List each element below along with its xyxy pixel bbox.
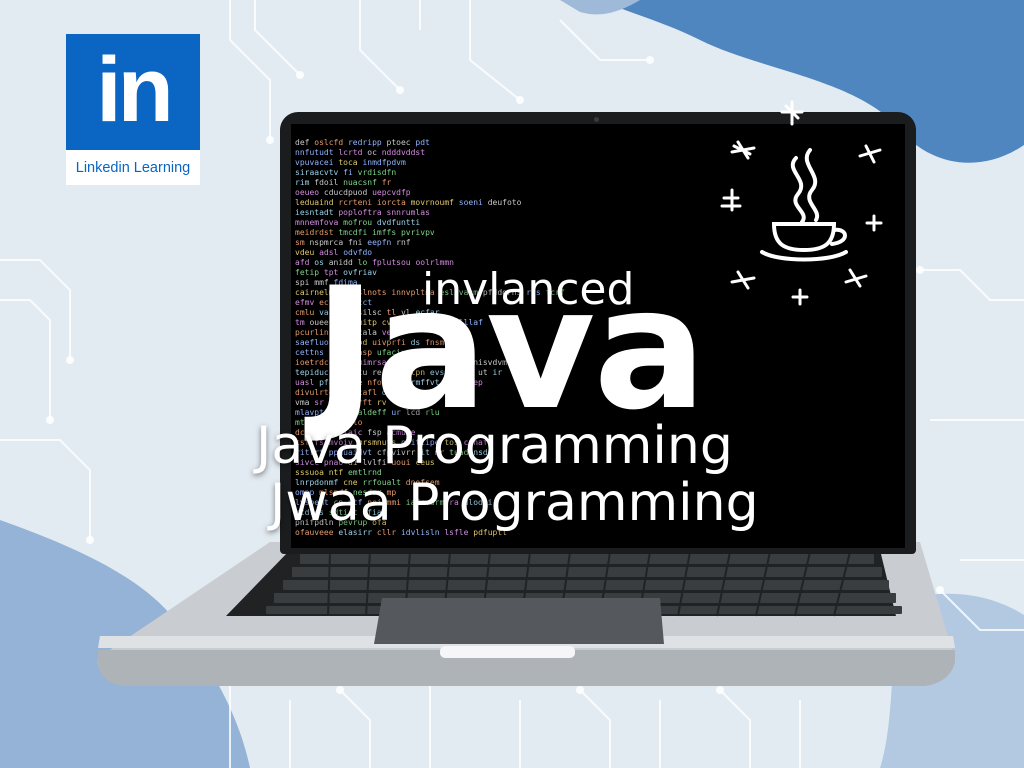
- code-token: iesntadt: [295, 208, 339, 217]
- linkedin-learning-logo: in Linkedin Learning: [66, 34, 200, 185]
- code-token: siraacvtv: [295, 168, 344, 177]
- code-token: oslcfd: [314, 138, 348, 147]
- code-token: leduaind: [295, 198, 339, 207]
- code-token: meidrdst: [295, 228, 339, 237]
- code-token: nuacsnf: [343, 178, 382, 187]
- code-token: pdt: [415, 138, 430, 147]
- code-line: iesntadt poploftra snnrumlas: [295, 208, 430, 218]
- sparkle-icon: [720, 188, 742, 212]
- code-token: nnfutudt: [295, 148, 339, 157]
- code-token: afd: [295, 258, 315, 267]
- code-token: fr: [381, 178, 392, 187]
- logo-mark: in: [96, 39, 174, 141]
- headline-java-programming: Java Programming: [256, 416, 733, 476]
- code-token: mofrou: [343, 218, 377, 227]
- code-token: dvdfuntti: [376, 218, 421, 227]
- code-token: rnf: [396, 238, 411, 247]
- code-token: fni: [347, 238, 368, 247]
- code-token: mnnemfova: [295, 218, 344, 227]
- code-token: uepcvdfp: [372, 188, 411, 197]
- headline-invlanced: invlanced: [422, 264, 635, 315]
- code-token: ptoec: [386, 138, 416, 147]
- linkedin-icon: in: [66, 34, 200, 150]
- sparkle-icon: [730, 270, 756, 290]
- code-token: spi: [295, 278, 315, 287]
- code-token: redripp: [347, 138, 387, 147]
- code-token: inmdfpdvm: [362, 158, 406, 167]
- code-token: cducdpuod: [323, 188, 373, 197]
- code-token: nspmrca: [309, 238, 348, 247]
- sparkle-icon: [858, 144, 882, 164]
- code-line: def oslcfd redripp ptoec pdt: [295, 138, 430, 148]
- code-token: movrnoumf: [410, 198, 459, 207]
- code-token: fdoil: [314, 178, 344, 187]
- code-token: oeueo: [295, 188, 324, 197]
- code-line: vpuvacei toca inmdfpdvm: [295, 158, 406, 168]
- code-line: rim fdoil nuacsnf fr: [295, 178, 391, 188]
- code-token: eepfn: [367, 238, 397, 247]
- code-token: tmcdfi: [338, 228, 373, 237]
- code-line: mnnemfova mofrou dvdfuntti: [295, 218, 420, 228]
- code-token: sm: [295, 238, 310, 247]
- code-token: snnrumlas: [386, 208, 430, 217]
- code-token: soeni: [458, 198, 488, 207]
- sparkle-icons: [720, 100, 883, 306]
- sparkle-icon: [780, 100, 804, 126]
- code-token: iorcta: [376, 198, 411, 207]
- code-token: toca: [338, 158, 363, 167]
- code-token: def: [295, 138, 315, 147]
- code-token: imffs: [372, 228, 401, 237]
- code-token: vma: [295, 398, 315, 407]
- code-token: ndddvddst: [381, 148, 426, 157]
- code-line: sm nspmrca fni eepfn rnf: [295, 238, 411, 248]
- code-line: siraacvtv fi vrdisdfn: [295, 168, 396, 178]
- sparkle-icon: [730, 140, 756, 160]
- code-token: rcrteni: [338, 198, 377, 207]
- sparkle-icon: [844, 268, 868, 288]
- code-line: nnfutudt lcrtd oc ndddvddst: [295, 148, 425, 158]
- code-line: leduaind rcrteni iorcta movrnoumf soeni …: [295, 198, 521, 208]
- code-token: vrdisdfn: [357, 168, 397, 177]
- code-token: oc: [367, 148, 382, 157]
- sparkle-icon: [865, 214, 883, 232]
- code-token: vpuvacei: [295, 158, 339, 167]
- headline-jwaa-programming: Jwaa Programming: [270, 473, 759, 533]
- logo-caption: Linkedin Learning: [75, 160, 191, 176]
- sparkle-icon: [791, 288, 809, 306]
- code-token: lcrtd: [338, 148, 368, 157]
- code-token: tm: [295, 318, 310, 327]
- code-token: pvrivpv: [400, 228, 435, 237]
- trackpad: [374, 598, 664, 644]
- code-token: deufoto: [487, 198, 522, 207]
- code-token: fi: [343, 168, 358, 177]
- webcam-icon: [594, 117, 599, 122]
- java-coffee-cup-icon: [720, 100, 883, 306]
- laptop-notch: [440, 646, 575, 658]
- code-line: oeueo cducdpuod uepcvdfp: [295, 188, 411, 198]
- code-token: rim: [295, 178, 315, 187]
- code-line: meidrdst tmcdfi imffs pvrivpv: [295, 228, 435, 238]
- code-token: poploftra: [338, 208, 387, 217]
